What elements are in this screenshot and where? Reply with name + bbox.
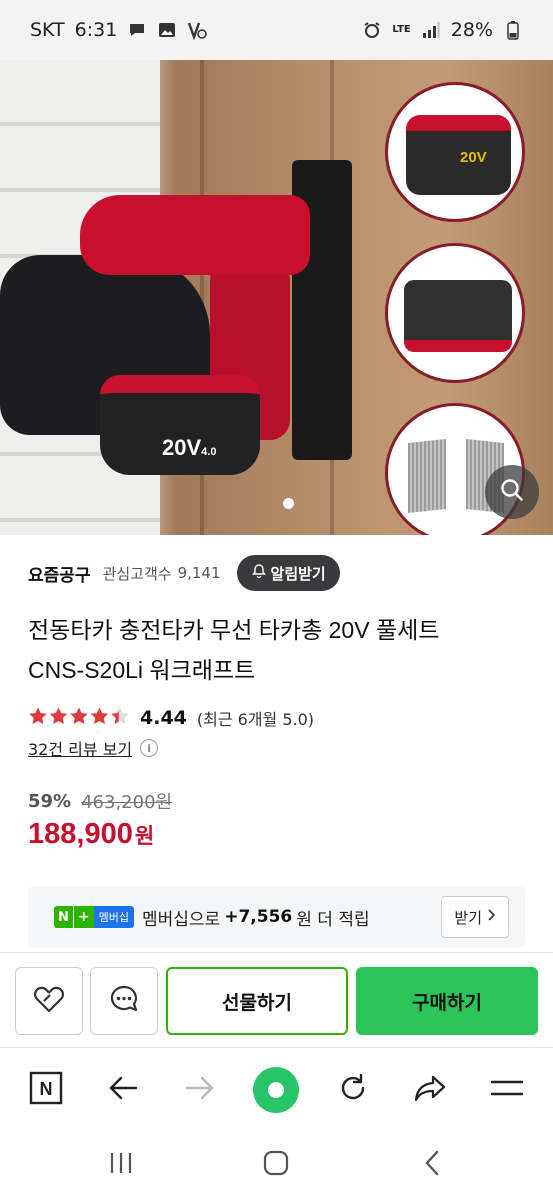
chevron-right-icon [486, 908, 496, 926]
rating-recent-note: (최근 6개월 5.0) [196, 710, 315, 729]
app-notification-icon [187, 20, 208, 40]
star-rating-icons [28, 706, 132, 731]
product-title: 전동타카 충전타카 무선 타카총 20V 풀세트 CNS-S20Li 워크래프트 [28, 610, 528, 690]
follower-count: 9,141 [177, 564, 221, 582]
sale-price: 188,900 [28, 818, 133, 850]
refresh-icon [337, 1072, 369, 1108]
purchase-action-bar: 선물하기 구매하기 [0, 952, 553, 1048]
store-name-link[interactable]: 요즘공구 [28, 561, 91, 586]
receive-points-label: 받기 [454, 908, 482, 927]
star-icon [29, 707, 47, 724]
sale-price-unit: 원 [134, 824, 155, 848]
star-icon [49, 707, 68, 724]
arrow-left-icon [107, 1074, 139, 1106]
svg-text:N: N [40, 1079, 53, 1099]
battery-label-sub: 4.0 [201, 446, 217, 458]
price-original-row: 59% 463,200원 [28, 788, 172, 814]
star-icon [90, 707, 109, 724]
follow-alarm-label: 알림받기 [270, 564, 326, 583]
charger-detail-circle [385, 243, 525, 383]
product-image-carousel[interactable]: 20V4.0 20V [0, 60, 553, 535]
membership-suffix: 원 더 적립 [296, 909, 370, 930]
battery-percent: 28% [450, 19, 493, 41]
discount-rate: 59% [28, 790, 72, 812]
star-icon [70, 707, 88, 724]
recent-apps-button[interactable] [101, 1145, 141, 1185]
gallery-notification-icon [157, 20, 177, 40]
clock: 6:31 [74, 19, 118, 41]
carousel-indicator-dot [283, 498, 294, 509]
original-price: 463,200원 [81, 792, 173, 813]
badge-text: 멤버십 [93, 906, 134, 928]
green-dot-icon [253, 1067, 299, 1113]
membership-text: 멤버십으로 [142, 909, 221, 930]
heart-icon [32, 982, 66, 1020]
battery-label-text: 20V [162, 435, 202, 460]
circle-battery-label: 20V [460, 149, 487, 166]
membership-points: +7,556 [224, 907, 293, 927]
receive-points-button[interactable]: 받기 [441, 896, 509, 938]
badge-plus: + [72, 906, 94, 928]
follow-alarm-button[interactable]: 알림받기 [236, 555, 340, 591]
badge-n: N [54, 906, 73, 928]
system-back-button[interactable] [412, 1145, 452, 1185]
naver-n-icon: N [29, 1071, 63, 1109]
product-title-line2: CNS-S20Li 워크래프트 [28, 657, 256, 683]
forward-button[interactable] [176, 1066, 224, 1114]
sale-price-row: 188,900 원 [28, 818, 154, 858]
share-arrow-icon [413, 1073, 447, 1107]
battery-detail-circle: 20V [385, 82, 525, 222]
recent-apps-icon [108, 1151, 134, 1179]
bell-plus-icon [251, 563, 267, 583]
product-title-line1: 전동타카 충전타카 무선 타카총 20V 풀세트 [28, 617, 440, 643]
gift-button[interactable]: 선물하기 [166, 967, 348, 1035]
search-zoom-icon [499, 477, 525, 507]
chat-notification-icon [127, 20, 147, 40]
home-button[interactable] [256, 1145, 296, 1185]
status-bar: SKT 6:31 LTE 28% [0, 0, 553, 60]
system-navigation-bar [0, 1131, 553, 1200]
review-row: 32건 리뷰 보기 i [28, 735, 159, 761]
carrier-label: SKT [30, 19, 65, 41]
nailer-body-image [80, 195, 310, 275]
talk-talk-button[interactable] [90, 967, 158, 1035]
naver-plus-membership-badge: N + 멤버십 [54, 906, 134, 928]
star-icon [111, 707, 129, 724]
signal-icon [421, 20, 441, 40]
zoom-button[interactable] [485, 465, 539, 519]
network-type: LTE [392, 24, 411, 35]
info-icon[interactable]: i [140, 739, 159, 757]
rating-score: 4.44 [140, 707, 187, 729]
naver-home-button[interactable]: N [22, 1066, 70, 1114]
alarm-icon [362, 20, 382, 40]
rating-row: 4.44 (최근 6개월 5.0) [28, 703, 314, 733]
chat-bubble-icon [107, 982, 141, 1020]
membership-points-banner: N + 멤버십 멤버십으로 +7,556 원 더 적립 받기 [28, 886, 525, 948]
store-info: 요즘공구 관심고객수 9,141 알림받기 [28, 552, 528, 594]
battery-icon [503, 20, 523, 40]
nailer-battery-image: 20V4.0 [100, 375, 260, 475]
browser-toolbar: N [0, 1049, 553, 1131]
menu-button[interactable] [483, 1066, 531, 1114]
back-button[interactable] [99, 1066, 147, 1114]
refresh-button[interactable] [329, 1066, 377, 1114]
arrow-right-icon [184, 1074, 216, 1106]
share-button[interactable] [406, 1066, 454, 1114]
green-dot-button[interactable] [252, 1066, 300, 1114]
review-count-link[interactable]: 32건 리뷰 보기 [28, 736, 132, 760]
home-square-icon [263, 1150, 289, 1180]
hamburger-menu-icon [490, 1077, 524, 1103]
chevron-left-icon [423, 1150, 441, 1180]
wishlist-button[interactable] [15, 967, 83, 1035]
buy-button[interactable]: 구매하기 [356, 967, 538, 1035]
follower-label: 관심고객수 [102, 564, 172, 583]
